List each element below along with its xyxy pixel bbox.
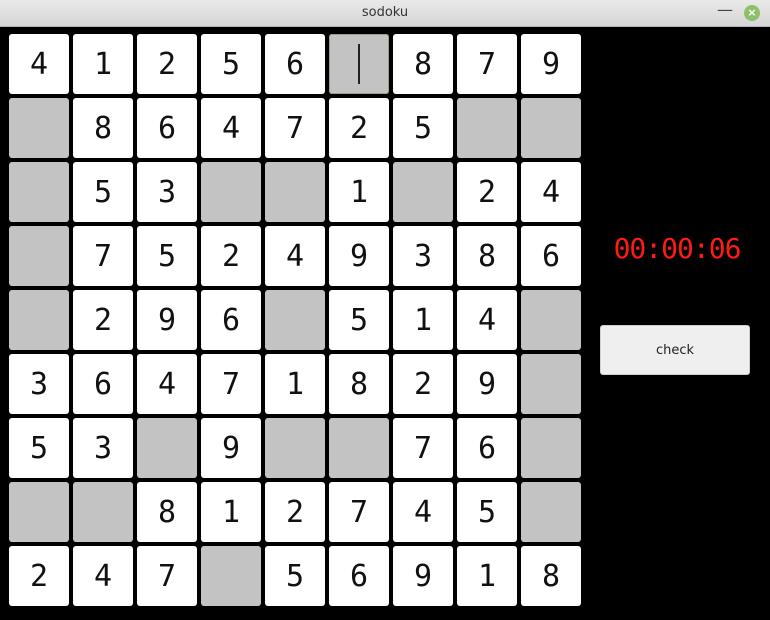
- sudoku-cell[interactable]: [9, 290, 69, 350]
- sudoku-cell[interactable]: 1: [201, 482, 261, 542]
- sudoku-cell[interactable]: 5: [457, 482, 517, 542]
- sudoku-cell[interactable]: 8: [393, 34, 453, 94]
- timer-display: 00:00:06: [613, 232, 742, 265]
- sudoku-cell[interactable]: 8: [329, 354, 389, 414]
- close-icon[interactable]: ×: [744, 5, 760, 21]
- sudoku-cell[interactable]: [521, 482, 581, 542]
- sudoku-cell[interactable]: [73, 482, 133, 542]
- sudoku-cell[interactable]: 4: [9, 34, 69, 94]
- sudoku-cell[interactable]: [265, 418, 325, 478]
- sudoku-cell[interactable]: 6: [201, 290, 261, 350]
- minimize-icon[interactable]: —: [716, 2, 734, 21]
- sudoku-cell[interactable]: [521, 354, 581, 414]
- sudoku-cell[interactable]: 6: [521, 226, 581, 286]
- sudoku-cell[interactable]: 2: [137, 34, 197, 94]
- sudoku-cell[interactable]: 5: [73, 162, 133, 222]
- sudoku-cell[interactable]: [329, 34, 389, 94]
- sudoku-cell[interactable]: 1: [329, 162, 389, 222]
- sudoku-cell[interactable]: 3: [9, 354, 69, 414]
- sudoku-cell[interactable]: 2: [201, 226, 261, 286]
- sudoku-cell[interactable]: 6: [265, 34, 325, 94]
- sudoku-cell[interactable]: 1: [457, 546, 517, 606]
- sudoku-cell[interactable]: 6: [457, 418, 517, 478]
- check-button[interactable]: check: [600, 325, 750, 375]
- sudoku-cell[interactable]: 9: [521, 34, 581, 94]
- sudoku-cell[interactable]: 1: [265, 354, 325, 414]
- sudoku-cell[interactable]: 2: [73, 290, 133, 350]
- sudoku-cell[interactable]: 7: [329, 482, 389, 542]
- sudoku-cell[interactable]: 3: [73, 418, 133, 478]
- sudoku-cell[interactable]: 5: [137, 226, 197, 286]
- sudoku-cell[interactable]: 5: [329, 290, 389, 350]
- sudoku-cell[interactable]: 9: [329, 226, 389, 286]
- sudoku-cell[interactable]: [9, 98, 69, 158]
- sudoku-cell[interactable]: 8: [137, 482, 197, 542]
- sudoku-cell[interactable]: 9: [137, 290, 197, 350]
- sudoku-cell[interactable]: 7: [457, 34, 517, 94]
- title-bar: sodoku — ×: [0, 0, 770, 27]
- text-caret: [358, 44, 360, 84]
- sudoku-cell[interactable]: 4: [393, 482, 453, 542]
- sudoku-cell[interactable]: 4: [457, 290, 517, 350]
- sudoku-cell[interactable]: [521, 290, 581, 350]
- sudoku-cell[interactable]: 9: [393, 546, 453, 606]
- sudoku-cell[interactable]: 1: [73, 34, 133, 94]
- sudoku-cell[interactable]: 7: [201, 354, 261, 414]
- sudoku-cell[interactable]: 4: [265, 226, 325, 286]
- sudoku-cell[interactable]: [9, 226, 69, 286]
- sudoku-cell[interactable]: 3: [393, 226, 453, 286]
- sudoku-cell[interactable]: 5: [265, 546, 325, 606]
- sudoku-cell[interactable]: [9, 162, 69, 222]
- window-title: sodoku: [361, 5, 409, 20]
- sudoku-cell[interactable]: 9: [457, 354, 517, 414]
- sudoku-cell[interactable]: 4: [137, 354, 197, 414]
- sudoku-cell[interactable]: [329, 418, 389, 478]
- sudoku-cell[interactable]: 7: [265, 98, 325, 158]
- sudoku-cell[interactable]: 7: [73, 226, 133, 286]
- sudoku-cell[interactable]: 2: [9, 546, 69, 606]
- sudoku-cell[interactable]: 8: [457, 226, 517, 286]
- sudoku-cell[interactable]: 1: [393, 290, 453, 350]
- sudoku-cell[interactable]: [265, 290, 325, 350]
- sudoku-cell[interactable]: 8: [521, 546, 581, 606]
- sudoku-cell[interactable]: 2: [457, 162, 517, 222]
- sudoku-cell[interactable]: [393, 162, 453, 222]
- sudoku-cell[interactable]: 2: [393, 354, 453, 414]
- sudoku-cell[interactable]: 4: [73, 546, 133, 606]
- sudoku-cell[interactable]: 6: [329, 546, 389, 606]
- sudoku-cell[interactable]: 2: [329, 98, 389, 158]
- sudoku-cell[interactable]: [137, 418, 197, 478]
- sudoku-cell[interactable]: 6: [73, 354, 133, 414]
- sudoku-cell[interactable]: 7: [137, 546, 197, 606]
- sudoku-cell[interactable]: [521, 98, 581, 158]
- sudoku-cell[interactable]: 8: [73, 98, 133, 158]
- sudoku-cell[interactable]: [201, 546, 261, 606]
- sudoku-cell[interactable]: [521, 418, 581, 478]
- sudoku-cell[interactable]: [265, 162, 325, 222]
- sudoku-cell[interactable]: 7: [393, 418, 453, 478]
- sudoku-cell[interactable]: [457, 98, 517, 158]
- sudoku-cell[interactable]: 5: [9, 418, 69, 478]
- sudoku-cell[interactable]: 4: [201, 98, 261, 158]
- sudoku-cell[interactable]: [9, 482, 69, 542]
- sudoku-cell[interactable]: 9: [201, 418, 261, 478]
- sudoku-cell[interactable]: 6: [137, 98, 197, 158]
- sudoku-cell[interactable]: 3: [137, 162, 197, 222]
- sudoku-cell[interactable]: 4: [521, 162, 581, 222]
- sudoku-cell[interactable]: 5: [393, 98, 453, 158]
- sudoku-cell[interactable]: 2: [265, 482, 325, 542]
- sudoku-cell[interactable]: 5: [201, 34, 261, 94]
- sudoku-cell[interactable]: [201, 162, 261, 222]
